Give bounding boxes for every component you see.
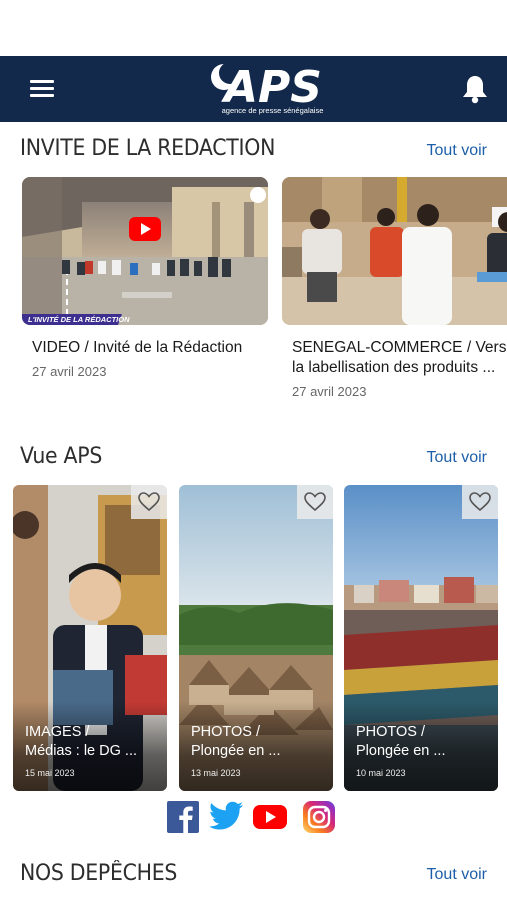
invite-section-title: INVITE DE LA REDACTION <box>20 136 276 161</box>
card-date: 27 avril 2023 <box>292 384 367 399</box>
card-title-line1[interactable]: SENEGAL-COMMERCE / Vers <box>292 337 506 358</box>
card-date: 27 avril 2023 <box>32 364 107 379</box>
gallery-card-date: 15 mai 2023 <box>25 768 75 778</box>
youtube-icon[interactable] <box>253 803 287 835</box>
card-title-line2[interactable]: la labellisation des produits ... <box>292 357 495 378</box>
aps-logo[interactable]: APS agence de presse sénégalaise <box>210 60 335 120</box>
gallery-card-date: 13 mai 2023 <box>191 768 241 778</box>
logo-text: APS <box>221 62 322 106</box>
menu-icon[interactable] <box>30 80 54 98</box>
invite-see-all-link[interactable]: Tout voir <box>427 142 487 160</box>
thumbnail-banner: L'INVITÉ DE LA RÉDACTION <box>28 315 130 324</box>
gallery-card-title: PHOTOS / Plongée en ... <box>356 723 491 761</box>
news-card-thumbnail[interactable] <box>282 177 507 325</box>
bell-icon[interactable] <box>461 74 489 104</box>
facebook-icon[interactable] <box>167 801 199 833</box>
gallery-card-title: PHOTOS / Plongée en ... <box>191 723 326 761</box>
gallery-title-line1: PHOTOS / <box>356 724 426 740</box>
card-title[interactable]: VIDEO / Invité de la Rédaction <box>32 337 242 358</box>
vue-see-all-link[interactable]: Tout voir <box>427 449 487 467</box>
instagram-icon[interactable] <box>303 801 335 833</box>
heart-icon[interactable] <box>297 485 333 519</box>
depeches-section-title: NOS DEPÊCHES <box>20 861 178 886</box>
gallery-title-line2: Médias : le DG ... <box>25 743 138 759</box>
gallery-card-title: IMAGES / Médias : le DG ... <box>25 723 160 761</box>
gallery-card[interactable]: PHOTOS / Plongée en ... 10 mai 2023 <box>344 485 498 791</box>
heart-icon[interactable] <box>131 485 167 519</box>
twitter-icon[interactable] <box>208 801 243 833</box>
app-header: APS agence de presse sénégalaise <box>0 56 507 122</box>
gallery-card-date: 10 mai 2023 <box>356 768 406 778</box>
gallery-title-line2: Plongée en ... <box>191 743 281 759</box>
gallery-card[interactable]: PHOTOS / Plongée en ... 13 mai 2023 <box>179 485 333 791</box>
vue-section-title: Vue APS <box>20 444 103 469</box>
gallery-card[interactable]: IMAGES / Médias : le DG ... 15 mai 2023 <box>13 485 167 791</box>
play-icon[interactable] <box>129 217 161 241</box>
video-card-thumbnail[interactable]: L'INVITÉ DE LA RÉDACTION <box>22 177 268 325</box>
depeches-see-all-link[interactable]: Tout voir <box>427 866 487 884</box>
heart-icon[interactable] <box>462 485 498 519</box>
gallery-title-line1: PHOTOS / <box>191 724 261 740</box>
logo-tagline: agence de presse sénégalaise <box>221 106 324 115</box>
gallery-title-line1: IMAGES / <box>25 724 90 740</box>
gallery-title-line2: Plongée en ... <box>356 743 446 759</box>
